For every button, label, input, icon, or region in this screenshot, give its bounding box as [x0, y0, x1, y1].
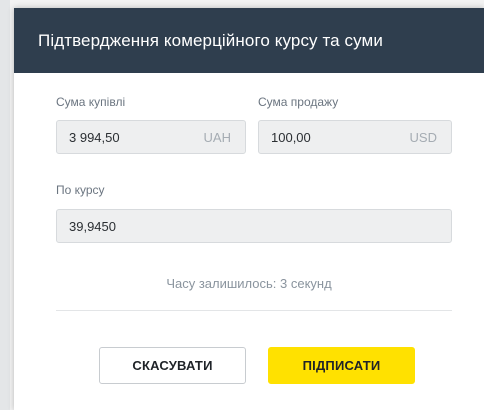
purchase-amount-value: 3 994,50: [69, 129, 120, 145]
dialog-title: Підтвердження комерційного курсу та суми: [38, 30, 383, 50]
confirmation-dialog: Підтвердження комерційного курсу та суми…: [14, 8, 484, 410]
sale-currency: USD: [409, 129, 437, 145]
rate-label: По курсу: [56, 183, 105, 197]
rate-field[interactable]: 39,9450: [56, 209, 452, 243]
sign-button[interactable]: ПІДПИСАТИ: [268, 347, 415, 384]
sale-amount-value: 100,00: [271, 129, 311, 145]
sale-amount-field[interactable]: 100,00 USD: [258, 120, 452, 154]
page-backdrop: [0, 0, 10, 410]
countdown-timer: Часу залишилось: 3 секунд: [166, 276, 332, 291]
rate-value: 39,9450: [69, 218, 116, 234]
purchase-amount-label: Сума купівлі: [56, 95, 126, 109]
cancel-button[interactable]: СКАСУВАТИ: [99, 347, 246, 384]
purchase-currency: UAH: [203, 129, 231, 145]
dialog-divider: [56, 310, 452, 311]
dialog-header: Підтвердження комерційного курсу та суми: [14, 8, 484, 73]
purchase-amount-field[interactable]: 3 994,50 UAH: [56, 120, 246, 154]
sale-amount-label: Сума продажу: [258, 95, 339, 109]
